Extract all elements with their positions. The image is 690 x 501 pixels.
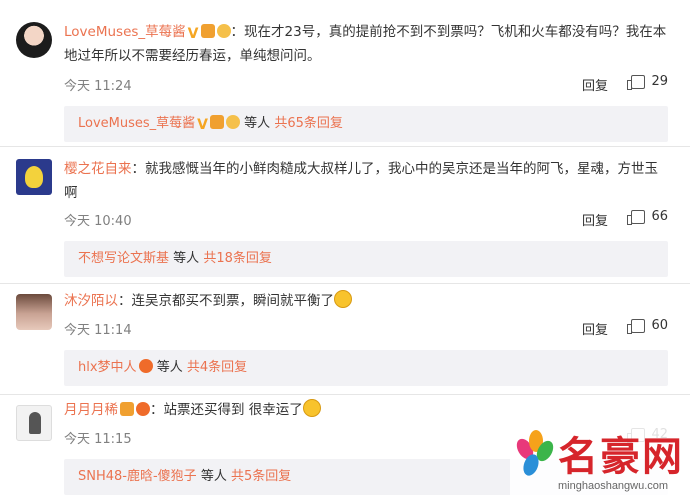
timestamp: 今天 10:40	[64, 214, 132, 229]
avatar[interactable]	[16, 405, 52, 441]
like-count: 60	[651, 318, 668, 333]
comment-text: LoveMuses_草莓酱 V ：现在才23号，真的提前抢不到不到票吗？飞机和火车都…	[64, 20, 668, 68]
username-link[interactable]: 樱之花自来	[64, 161, 132, 177]
comment-body: ：就我感慨当年的小鲜肉糙成大叔样儿了，我心中的吴京还是当年的阿飞，星魂，方世玉啊	[64, 161, 658, 201]
like-button[interactable]: 66	[627, 209, 668, 225]
sub-reply-user-link[interactable]: hlx梦中人	[78, 360, 137, 375]
comment-item: 沐汐陌以：连吴京都买不到票，瞬间就平衡了 今天 11:14 回复 60 hlx梦…	[0, 284, 690, 394]
comment-item: LoveMuses_草莓酱 V ：现在才23号，真的提前抢不到不到票吗？飞机和火车都…	[0, 0, 690, 146]
watermark-url: minghaoshangwu.com	[558, 480, 669, 492]
fire-badge-icon	[136, 402, 150, 416]
vip-icon	[120, 402, 134, 416]
comment-body: ：连吴京都买不到票，瞬间就平衡了	[118, 293, 334, 309]
view-replies-link[interactable]: 共65条回复	[274, 116, 343, 131]
medal-icon	[226, 115, 241, 129]
view-replies-link[interactable]: 共18条回复	[203, 251, 272, 266]
medal-icon	[216, 24, 231, 38]
watermark-logo-icon	[513, 430, 557, 480]
comment-text: 樱之花自来：就我感慨当年的小鲜肉糙成大叔样儿了，我心中的吴京还是当年的阿飞，星魂…	[64, 157, 668, 205]
reply-button[interactable]: 回复	[582, 210, 608, 229]
like-count: 29	[651, 74, 668, 89]
sub-reply-suffix: 等人	[156, 360, 183, 375]
sub-reply-suffix: 等人	[244, 116, 271, 131]
timestamp: 今天 11:24	[64, 79, 132, 94]
comment-body: ：站票还买得到 很幸运了	[150, 402, 303, 418]
view-replies-link[interactable]: 共5条回复	[231, 469, 291, 484]
sub-replies-box: 不想写论文斯基 等人 共18条回复	[64, 241, 668, 277]
thumbs-up-icon	[627, 318, 646, 334]
sub-reply-user-link[interactable]: LoveMuses_草莓酱	[78, 116, 195, 131]
like-button[interactable]: 60	[627, 318, 668, 334]
avatar[interactable]	[16, 159, 52, 195]
reply-button[interactable]: 回复	[582, 75, 608, 94]
thinking-emoji-icon	[302, 399, 321, 417]
username-link[interactable]: 月月月稀	[64, 402, 118, 418]
comment-text: 月月月稀 ：站票还买得到 很幸运了	[64, 398, 668, 422]
timestamp: 今天 11:15	[64, 432, 132, 447]
avatar[interactable]	[16, 294, 52, 330]
sub-reply-user-link[interactable]: 不想写论文斯基	[78, 251, 169, 266]
thumbs-up-icon	[627, 74, 646, 90]
fire-badge-icon	[138, 359, 153, 373]
timestamp: 今天 11:14	[64, 323, 132, 338]
username-link[interactable]: LoveMuses_草莓酱	[64, 24, 186, 40]
reply-button[interactable]: 回复	[582, 319, 608, 338]
view-replies-link[interactable]: 共4条回复	[187, 360, 247, 375]
thumbs-up-icon	[627, 209, 646, 225]
verified-icon: V	[197, 117, 209, 133]
laughing-emoji-icon	[334, 290, 352, 308]
sub-reply-user-link[interactable]: SNH48-鹿晗-傻狍子	[78, 469, 197, 484]
username-link[interactable]: 沐汐陌以	[64, 293, 118, 309]
like-button[interactable]: 29	[627, 74, 668, 90]
comment-text: 沐汐陌以：连吴京都买不到票，瞬间就平衡了	[64, 289, 668, 313]
like-count: 66	[651, 209, 668, 224]
verified-icon: V	[187, 26, 199, 42]
sub-replies-box: LoveMuses_草莓酱 V 等人 共65条回复	[64, 106, 668, 142]
comment-item: 樱之花自来：就我感慨当年的小鲜肉糙成大叔样儿了，我心中的吴京还是当年的阿飞，星魂…	[0, 147, 690, 283]
watermark: 名豪网 minghaoshangwu.com	[510, 422, 688, 500]
watermark-title: 名豪网	[558, 433, 684, 480]
sub-replies-box: hlx梦中人 等人 共4条回复	[64, 350, 668, 386]
sub-reply-suffix: 等人	[173, 251, 200, 266]
avatar[interactable]	[16, 22, 52, 58]
vip-icon	[200, 24, 215, 38]
vip-icon	[210, 115, 225, 129]
sub-reply-suffix: 等人	[200, 469, 227, 484]
